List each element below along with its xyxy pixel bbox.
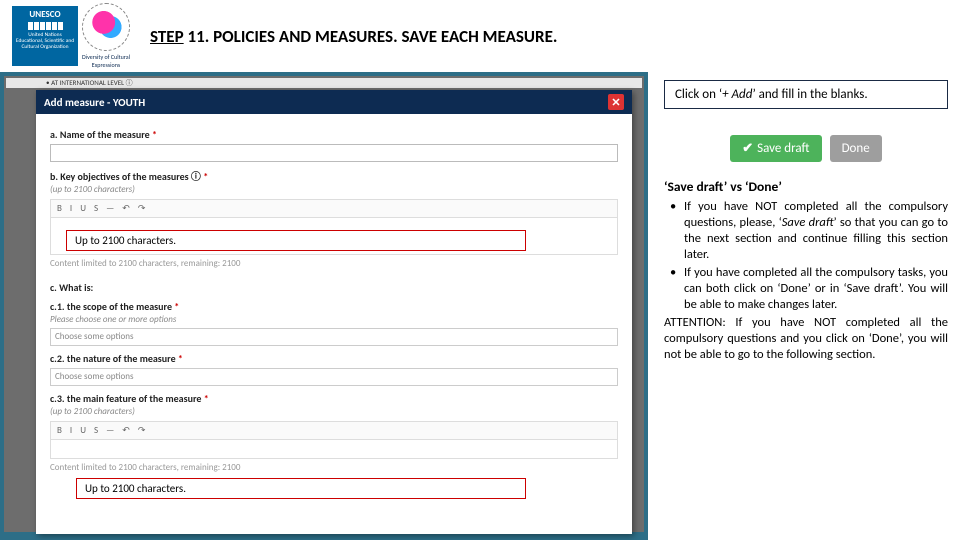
undo-icon[interactable]: ↶ <box>120 425 132 436</box>
rte-toolbar-1[interactable]: B I U S — ↶ ↷ <box>50 199 618 217</box>
explain-bullet-2: If you have completed all the compulsory… <box>670 265 948 313</box>
page-title: STEP 11. POLICIES AND MEASURES. SAVE EAC… <box>150 26 557 47</box>
rte-toolbar-2[interactable]: B I U S — ↶ ↷ <box>50 421 618 439</box>
tip-pre: Click on ‘ <box>675 87 722 102</box>
dce-logo-icon <box>82 3 130 51</box>
redo-icon[interactable]: ↷ <box>136 425 148 436</box>
field-c1-hint: Please choose one or more options <box>50 314 618 325</box>
field-c3-sub: (up to 2100 characters) <box>50 406 618 417</box>
field-c2-select[interactable]: Choose some options <box>50 368 618 386</box>
callout-1: Up to 2100 characters. <box>66 230 526 251</box>
tip-post: ’ and fill in the blanks. <box>752 87 867 102</box>
check-icon: ✔ <box>742 141 753 156</box>
strike-icon[interactable]: S <box>92 203 100 214</box>
browser-strip: • AT INTERNATIONAL LEVEL ⓘ <box>6 78 642 88</box>
field-c2-label: c.2. the nature of the measure * <box>50 352 618 365</box>
unesco-logo-title: UNESCO <box>14 10 76 20</box>
field-c1-select[interactable]: Choose some options <box>50 328 618 346</box>
undo-icon[interactable]: ↶ <box>120 203 132 214</box>
tip-box: Click on ‘+ Add’ and fill in the blanks. <box>664 80 948 109</box>
italic-icon[interactable]: I <box>68 203 74 214</box>
sep-icon: — <box>104 425 116 436</box>
field-b-sub: (up to 2100 characters) <box>50 184 618 195</box>
instructions-panel: Click on ‘+ Add’ and fill in the blanks.… <box>648 72 960 540</box>
field-a-label: a. Name of the measure * <box>50 128 618 141</box>
dce-logo-wrap: Diversity of Cultural Expressions <box>82 3 130 69</box>
bold-icon[interactable]: B <box>55 425 64 436</box>
sep-icon: — <box>104 203 116 214</box>
underline-icon[interactable]: U <box>78 425 88 436</box>
field-c3-label: c.3. the main feature of the measure * <box>50 392 618 405</box>
unesco-logo-bars <box>14 22 76 30</box>
field-a-input[interactable] <box>50 144 618 162</box>
close-icon[interactable]: ✕ <box>608 94 624 110</box>
slide-header: UNESCO United Nations Educational, Scien… <box>0 0 960 72</box>
modal: Add measure - YOUTH ✕ a. Name of the mea… <box>36 90 632 534</box>
save-draft-label: Save draft <box>757 141 809 156</box>
explain-attention: ATTENTION: If you have NOT completed all… <box>664 315 948 363</box>
field-c1-label: c.1. the scope of the measure * <box>50 300 618 313</box>
callout-2: Up to 2100 characters. <box>76 478 526 499</box>
screenshot-wrap: • AT INTERNATIONAL LEVEL ⓘ Add measure -… <box>4 76 644 532</box>
unesco-logo-sub: United Nations Educational, Scientific a… <box>14 32 76 50</box>
screenshot-panel: • AT INTERNATIONAL LEVEL ⓘ Add measure -… <box>0 72 648 540</box>
page-title-step: STEP <box>150 26 184 47</box>
modal-title: Add measure - YOUTH <box>44 96 145 109</box>
field-b-label: b. Key objectives of the measures ⓘ * <box>50 168 618 183</box>
bold-icon[interactable]: B <box>55 203 64 214</box>
modal-body: a. Name of the measure * b. Key objectiv… <box>36 114 632 481</box>
underline-icon[interactable]: U <box>78 203 88 214</box>
limit-note-2: Content limited to 2100 characters, rema… <box>50 462 618 473</box>
unesco-logo: UNESCO United Nations Educational, Scien… <box>12 6 78 66</box>
rte-area-2[interactable] <box>50 439 618 459</box>
italic-icon[interactable]: I <box>68 425 74 436</box>
redo-icon[interactable]: ↷ <box>136 203 148 214</box>
page-title-rest: 11. POLICIES AND MEASURES. SAVE EACH MEA… <box>184 26 558 47</box>
explain-bullet-1: If you have NOT completed all the compul… <box>670 199 948 263</box>
logo-block: UNESCO United Nations Educational, Scien… <box>12 3 130 69</box>
tip-em: + Add <box>722 87 752 102</box>
strike-icon[interactable]: S <box>92 425 100 436</box>
button-row: ✔ Save draft Done <box>664 121 948 178</box>
dce-logo-sub: Diversity of Cultural Expressions <box>82 53 130 69</box>
explain-title: ‘Save draft’ vs ‘Done’ <box>664 178 948 195</box>
done-label: Done <box>842 141 870 156</box>
done-button[interactable]: Done <box>830 135 882 162</box>
modal-header: Add measure - YOUTH ✕ <box>36 90 632 114</box>
limit-note-1: Content limited to 2100 characters, rema… <box>50 258 618 269</box>
field-c-label: c. What is: <box>50 281 618 294</box>
body-row: • AT INTERNATIONAL LEVEL ⓘ Add measure -… <box>0 72 960 540</box>
save-draft-button[interactable]: ✔ Save draft <box>730 135 821 162</box>
explain-body: If you have NOT completed all the compul… <box>664 199 948 363</box>
